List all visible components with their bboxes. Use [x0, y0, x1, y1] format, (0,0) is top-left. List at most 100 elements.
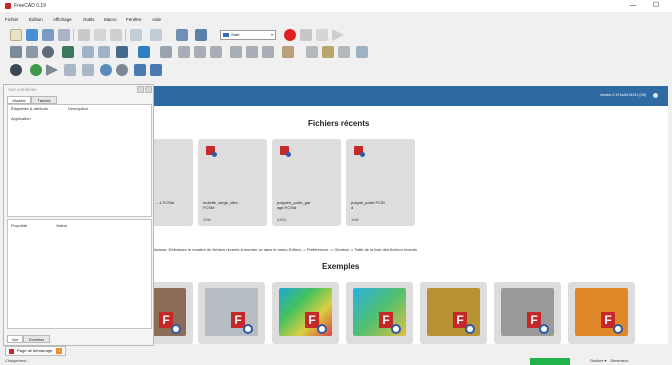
copy-icon[interactable] [94, 29, 106, 41]
example-card[interactable]: F [494, 282, 561, 344]
new-document-icon[interactable] [10, 29, 22, 41]
freecad-window: FreeCAD 0.19 — ☐ Fichier Édition Afficha… [0, 0, 672, 365]
right-view-icon[interactable] [210, 46, 222, 58]
zoom-out-icon[interactable] [150, 64, 162, 76]
tree-header-description: Description [68, 106, 89, 111]
tree-header-labels: Étiquettes & attributs [11, 106, 48, 111]
draw-style-icon[interactable] [42, 46, 54, 58]
menu-affichage[interactable]: Affichage [53, 15, 72, 25]
document-tab-start[interactable]: Page de démarrage × [5, 346, 67, 356]
freecad-file-icon [280, 146, 291, 157]
tab-taches[interactable]: Tâches [31, 96, 57, 104]
status-progress-indicator [530, 358, 570, 365]
tree-item-application[interactable]: Application [11, 116, 31, 121]
rear-view-icon[interactable] [230, 46, 242, 58]
fit-selection-icon[interactable] [26, 46, 38, 58]
zoom-icon[interactable] [138, 46, 150, 58]
float-panel-icon[interactable] [137, 86, 144, 93]
save-icon[interactable] [42, 29, 54, 41]
menu-aide[interactable]: Aide [152, 15, 161, 25]
redo-icon[interactable] [150, 29, 162, 41]
gear-icon [465, 324, 475, 334]
close-tab-icon[interactable]: × [56, 347, 63, 354]
example-card[interactable]: F [568, 282, 635, 344]
macros-icon[interactable] [316, 29, 328, 41]
play-icon[interactable] [46, 64, 58, 76]
stop-macro-icon[interactable] [300, 29, 312, 41]
gear-icon [391, 324, 401, 334]
property-header-name: Propriété [11, 223, 28, 228]
menu-edition[interactable]: Édition [29, 15, 43, 25]
menu-fichier[interactable]: Fichier [5, 15, 19, 25]
recent-file-card[interactable]: poignee_porte_gar age.FCStd 44Kb [272, 139, 341, 226]
record-macro-icon[interactable] [284, 29, 296, 41]
menu-macro[interactable]: Macro [104, 15, 117, 25]
gear-icon [243, 324, 253, 334]
reload-icon[interactable] [100, 64, 112, 76]
examples-title: Exemples [322, 262, 360, 271]
menu-fenetre[interactable]: Fenêtre [126, 15, 142, 25]
recent-file-card[interactable]: molette_siege_vitre. FCStd 2Mb [198, 139, 267, 226]
zoom-in-icon[interactable] [134, 64, 146, 76]
tab-modele[interactable]: Modèle [7, 96, 31, 104]
left-view-icon[interactable] [262, 46, 274, 58]
recent-file-card[interactable]: poigné_porte.FCSt d 1Mb [346, 139, 415, 226]
create-group-icon[interactable] [322, 46, 334, 58]
minimize-button[interactable]: — [628, 1, 638, 11]
paste-icon[interactable] [110, 29, 122, 41]
forward-arrow-icon[interactable] [98, 46, 110, 58]
save-as-icon[interactable] [58, 29, 70, 41]
isometric-view-icon[interactable] [160, 46, 172, 58]
close-start-icon[interactable] [653, 93, 658, 98]
web-open-icon[interactable] [30, 64, 42, 76]
toolbar-separator [73, 29, 74, 41]
stereo-icon[interactable] [62, 46, 74, 58]
tip-text: Astuce: Définissez le nombre de fichiers… [154, 247, 418, 252]
status-message: Chargement... [5, 359, 30, 363]
front-view-icon[interactable] [178, 46, 190, 58]
fit-all-icon[interactable] [10, 46, 22, 58]
refresh-icon[interactable] [176, 29, 188, 41]
property-header-value: Valeur [56, 223, 68, 228]
bookmark-icon[interactable] [116, 46, 128, 58]
toolbar-separator [125, 29, 126, 41]
link-actions-icon[interactable] [356, 46, 368, 58]
example-card[interactable]: F [198, 282, 265, 344]
execute-macro-icon[interactable] [332, 29, 344, 41]
menu-outils[interactable]: Outils [83, 15, 95, 25]
undo-icon[interactable] [130, 29, 142, 41]
workbench-selector[interactable]: Start ▾ [220, 30, 276, 40]
whats-this-icon[interactable] [195, 29, 207, 41]
example-card[interactable]: F [346, 282, 413, 344]
maximize-button[interactable]: ☐ [651, 1, 661, 11]
model-tree[interactable]: Étiquettes & attributs Description Appli… [7, 104, 152, 217]
title-bar: FreeCAD 0.19 — ☐ [0, 0, 672, 12]
freecad-file-icon [206, 146, 217, 157]
chevron-down-icon: ▾ [270, 32, 273, 37]
tab-donnees[interactable]: Données [23, 335, 50, 343]
freecad-logo-icon [9, 349, 14, 354]
tab-vue[interactable]: Vue [7, 335, 23, 343]
example-card[interactable]: F [420, 282, 487, 344]
recent-file-size: 2Mb [203, 217, 211, 222]
open-folder-icon[interactable] [26, 29, 38, 41]
create-part-icon[interactable] [306, 46, 318, 58]
back-arrow-icon[interactable] [82, 46, 94, 58]
close-panel-icon[interactable] [145, 86, 152, 93]
gear-icon [539, 324, 549, 334]
cut-icon[interactable] [78, 29, 90, 41]
property-view[interactable]: Propriété Valeur [7, 219, 152, 329]
combo-view-title: Vue combinée [8, 87, 37, 92]
measure-icon[interactable] [282, 46, 294, 58]
start-page-header: version 0.19 build 24291 (Git) [154, 86, 668, 106]
stop-icon[interactable] [116, 64, 128, 76]
bottom-view-icon[interactable] [246, 46, 258, 58]
workbench-label: Start [231, 32, 240, 37]
make-link-icon[interactable] [338, 46, 350, 58]
top-view-icon[interactable] [194, 46, 206, 58]
previous-page-icon[interactable] [64, 64, 76, 76]
web-home-icon[interactable] [10, 64, 22, 76]
example-card[interactable]: F [272, 282, 339, 344]
navigation-style-selector[interactable]: Gesture ▾ Dimension [590, 358, 628, 365]
next-page-icon[interactable] [82, 64, 94, 76]
